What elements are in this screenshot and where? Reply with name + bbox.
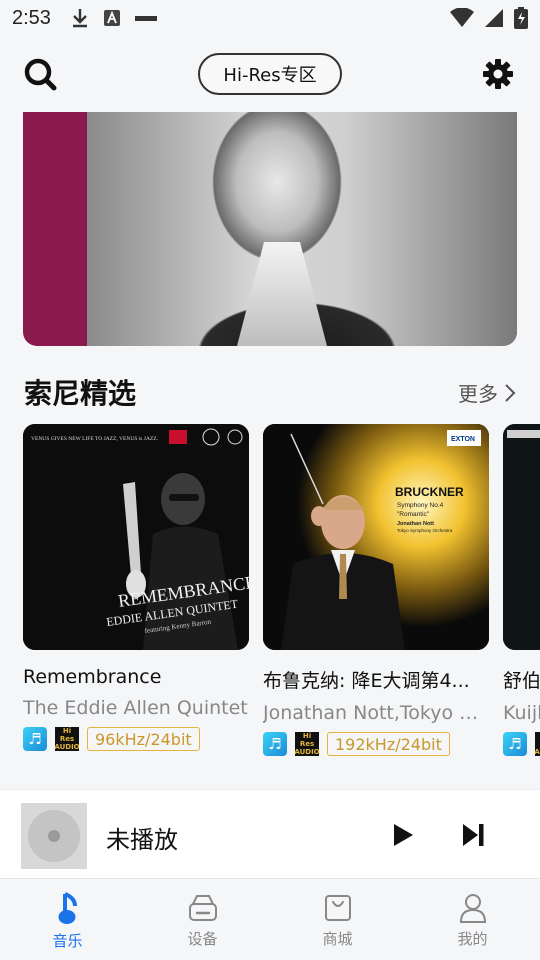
sample-rate-badge: 192kHz/24bit bbox=[327, 732, 450, 756]
wifi-icon bbox=[450, 8, 474, 27]
status-time: 2:53 bbox=[12, 6, 51, 29]
tab-label: 我的 bbox=[457, 930, 488, 948]
album-cover bbox=[503, 424, 540, 650]
cover-composer: BRUCKNER bbox=[395, 485, 464, 499]
music-note-icon: ♬ bbox=[23, 727, 47, 751]
album-artist: Kuijl bbox=[503, 702, 540, 724]
album-card[interactable]: EXTON BRUCKNER Symphony No.4 "Romantic" … bbox=[263, 424, 489, 756]
cover-orchestra: Tokyo Symphony Orchestra bbox=[397, 528, 453, 533]
more-link[interactable]: 更多 bbox=[458, 378, 516, 407]
player-artwork bbox=[21, 803, 87, 869]
tab-label: 设备 bbox=[187, 930, 218, 948]
banner-photo-detail bbox=[237, 242, 327, 346]
header: Hi-Res专区 bbox=[0, 44, 540, 104]
cover-work: Symphony No.4 bbox=[397, 502, 444, 509]
download-icon bbox=[72, 9, 87, 28]
hires-audio-icon: HiResAUDIO bbox=[534, 732, 540, 756]
music-note-icon: ♬ bbox=[503, 732, 527, 756]
device-icon bbox=[188, 895, 217, 921]
play-icon bbox=[394, 824, 413, 846]
tab-label: 商城 bbox=[322, 930, 353, 948]
sample-rate-badge: 96kHz/24bit bbox=[87, 727, 200, 751]
tab-music[interactable]: 音乐 bbox=[0, 880, 135, 960]
album-title: 布鲁克纳: 降E大调第4... bbox=[263, 670, 470, 692]
hires-zone-button[interactable]: Hi-Res专区 bbox=[198, 53, 342, 95]
album-artist: The Eddie Allen Quintet bbox=[23, 697, 248, 719]
album-cover: EXTON BRUCKNER Symphony No.4 "Romantic" … bbox=[263, 424, 489, 650]
signal-icon bbox=[485, 9, 503, 27]
section-title: 索尼精选 bbox=[24, 377, 137, 410]
album-badges: ♬ HiResAUDIO bbox=[503, 732, 540, 756]
album-cover: VENUS GIVES NEW LIFE TO JAZZ, VENUS is J… bbox=[23, 424, 249, 650]
music-note-icon bbox=[58, 892, 77, 924]
shopping-bag-icon bbox=[324, 895, 351, 921]
battery-icon bbox=[514, 7, 528, 29]
skip-next-icon bbox=[463, 824, 484, 846]
album-title: Remembrance bbox=[23, 666, 162, 688]
more-label: 更多 bbox=[458, 382, 498, 406]
bottom-tab-bar: 音乐 设备 商城 我的 bbox=[0, 880, 540, 960]
album-title: 舒伯 bbox=[503, 670, 540, 692]
cover-art-third bbox=[503, 424, 540, 650]
next-track-button[interactable] bbox=[456, 818, 490, 852]
hires-audio-icon: HiResAUDIO bbox=[294, 732, 320, 756]
album-card[interactable]: 舒伯 Kuijl ♬ HiResAUDIO bbox=[503, 424, 540, 756]
cover-conductor: Jonathan Nott bbox=[397, 521, 434, 527]
banner-photo bbox=[87, 112, 517, 346]
sony-picks-header: 索尼精选 更多 bbox=[24, 366, 516, 414]
tab-device[interactable]: 设备 bbox=[135, 880, 270, 960]
music-note-icon: ♬ bbox=[263, 732, 287, 756]
featured-banner[interactable] bbox=[23, 112, 517, 346]
mini-player[interactable]: 未播放 bbox=[0, 789, 540, 879]
cover-top-text: VENUS GIVES NEW LIFE TO JAZZ, VENUS is J… bbox=[31, 436, 159, 442]
album-badges: ♬ Hi Res AUDIO 96kHz/24bit bbox=[23, 727, 249, 751]
album-badges: ♬ Hi Res AUDIO 192kHz/24bit bbox=[263, 732, 489, 756]
status-bar: 2:53 bbox=[0, 0, 540, 36]
search-icon bbox=[24, 58, 57, 91]
text-a-icon bbox=[103, 10, 120, 26]
hires-audio-icon: HiResAUDIO bbox=[54, 727, 80, 751]
tab-label: 音乐 bbox=[52, 932, 83, 950]
search-button[interactable] bbox=[20, 54, 60, 94]
tab-shop[interactable]: 商城 bbox=[270, 880, 405, 960]
cover-label: EXTON bbox=[451, 436, 475, 443]
album-carousel[interactable]: VENUS GIVES NEW LIFE TO JAZZ, VENUS is J… bbox=[0, 424, 540, 764]
chevron-right-icon bbox=[505, 383, 516, 402]
album-artist: Jonathan Nott,Tokyo Sy... bbox=[263, 702, 489, 724]
player-title: 未播放 bbox=[106, 826, 178, 854]
tab-profile[interactable]: 我的 bbox=[405, 880, 540, 960]
settings-button[interactable] bbox=[478, 54, 518, 94]
disc-icon bbox=[28, 810, 80, 862]
play-button[interactable] bbox=[386, 818, 420, 852]
minus-icon bbox=[134, 16, 157, 21]
person-icon bbox=[459, 894, 486, 923]
cover-art-bruckner: EXTON BRUCKNER Symphony No.4 "Romantic" … bbox=[263, 424, 489, 650]
cover-art-remembrance: VENUS GIVES NEW LIFE TO JAZZ, VENUS is J… bbox=[23, 424, 249, 650]
cover-nickname: "Romantic" bbox=[397, 511, 430, 518]
gear-icon bbox=[483, 59, 513, 89]
album-card[interactable]: VENUS GIVES NEW LIFE TO JAZZ, VENUS is J… bbox=[23, 424, 249, 751]
